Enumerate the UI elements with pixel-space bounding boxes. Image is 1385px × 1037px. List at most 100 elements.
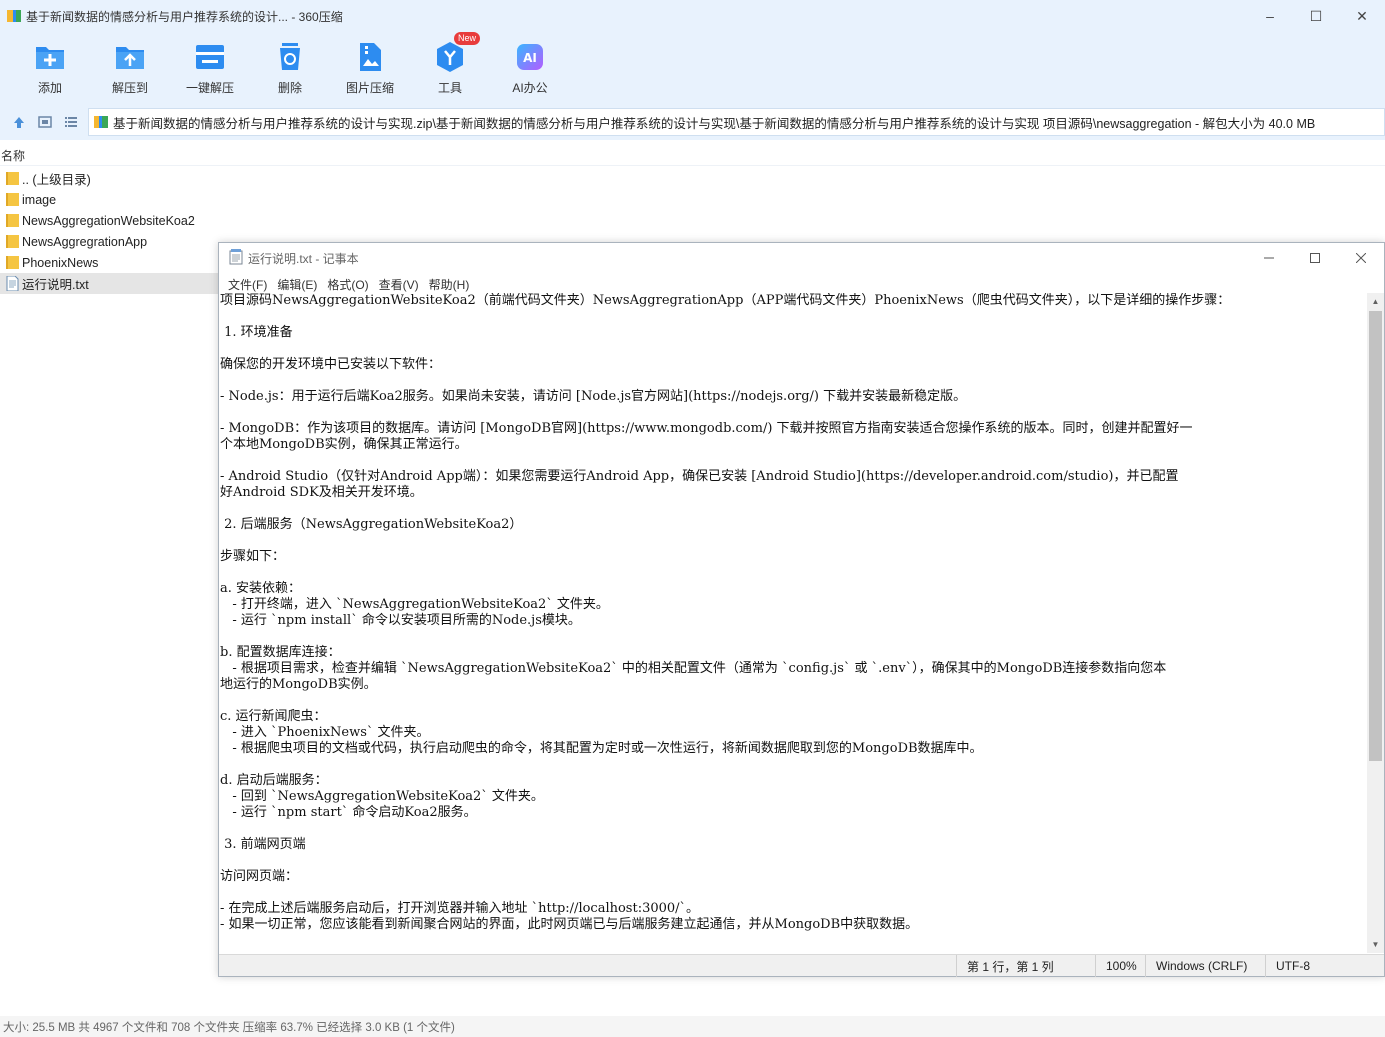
list-item-newsaggregationwebsitekoa2[interactable]: NewsAggregationWebsiteKoa2 xyxy=(0,210,218,231)
text-line xyxy=(220,885,1368,901)
folder-icon xyxy=(6,171,19,186)
svg-text:AI: AI xyxy=(523,51,537,65)
zip-status-text: 大小: 25.5 MB 共 4967 个文件和 708 个文件夹 压缩率 63.… xyxy=(3,1021,455,1034)
text-line xyxy=(220,309,1368,325)
folder-icon xyxy=(6,213,19,228)
one-click-extract-label: 一键解压 xyxy=(185,81,234,95)
minimize-button[interactable]: – xyxy=(1247,0,1293,32)
list-item-phoenixnews[interactable]: PhoenixNews xyxy=(0,252,218,273)
text-line: 步骤如下： xyxy=(220,549,286,564)
menu-file[interactable]: 文件(F) xyxy=(223,276,272,293)
text-line: a. 安装依赖： xyxy=(220,581,302,596)
text-line: - Android Studio（仅针对Android App端）：如果您需要运… xyxy=(220,469,1179,484)
up-level-button[interactable] xyxy=(6,109,32,135)
list-view-icon xyxy=(65,117,77,127)
zip-titlebar: 基于新闻数据的情感分析与用户推荐系统的设计... - 360压缩 – ☐ ✕ xyxy=(0,0,1385,32)
text-line: - 在完成上述后端服务启动后，打开浏览器并输入地址 `http://localh… xyxy=(220,901,700,916)
text-line: d. 启动后端服务： xyxy=(220,773,328,788)
text-line: - 进入 `PhoenixNews` 文件夹。 xyxy=(220,725,430,740)
notepad-titlebar: 运行说明.txt - 记事本 xyxy=(219,243,1384,273)
ai-office-label: AI办公 xyxy=(512,81,548,95)
notepad-maximize-button[interactable] xyxy=(1292,243,1338,273)
address-path: 基于新闻数据的情感分析与用户推荐系统的设计与实现.zip\基于新闻数据的情感分析… xyxy=(113,116,1316,131)
zip-status-bar: 大小: 25.5 MB 共 4967 个文件和 708 个文件夹 压缩率 63.… xyxy=(0,1016,1385,1037)
notepad-minimize-button[interactable] xyxy=(1246,243,1292,273)
text-line: - 打开终端，进入 `NewsAggregationWebsiteKoa2` 文… xyxy=(220,597,609,612)
scroll-up-arrow-icon[interactable]: ▲ xyxy=(1367,293,1384,310)
close-button[interactable]: ✕ xyxy=(1339,0,1385,32)
text-line: - 运行 `npm start` 命令启动Koa2服务。 xyxy=(220,805,477,820)
menu-format[interactable]: 格式(O) xyxy=(322,276,373,293)
vertical-scrollbar[interactable]: ▲ ▼ xyxy=(1367,293,1384,953)
tools-icon xyxy=(433,40,467,74)
zip-archive-icon xyxy=(93,115,109,129)
tools-label: 工具 xyxy=(437,81,462,95)
list-item-label: image xyxy=(22,192,57,207)
text-file-icon xyxy=(6,275,19,292)
text-line xyxy=(220,453,1368,469)
cursor-position: 第 1 行，第 1 列 xyxy=(956,955,1054,977)
delete-button[interactable]: 删除 xyxy=(250,36,330,98)
maximize-button[interactable]: ☐ xyxy=(1293,0,1339,32)
add-button[interactable]: 添加 xyxy=(10,36,90,98)
list-item-parent[interactable]: .. (上级目录) xyxy=(0,168,218,189)
column-header-name[interactable]: 名称 xyxy=(0,146,1385,166)
thumbnail-view-icon xyxy=(38,116,52,128)
text-line xyxy=(220,533,1368,549)
text-line: - 运行 `npm install` 命令以安装项目所需的Node.js模块。 xyxy=(220,613,581,628)
text-line xyxy=(220,373,1368,389)
list-item-label: 运行说明.txt xyxy=(22,278,89,292)
line-ending: Windows (CRLF) xyxy=(1145,955,1247,977)
folder-icon xyxy=(6,255,19,270)
text-line: - 根据项目需求，检查并编辑 `NewsAggregationWebsiteKo… xyxy=(220,661,1167,676)
text-line xyxy=(220,693,1368,709)
text-line: - 如果一切正常，您应该能看到新闻聚合网站的界面，此时网页端已与后端服务建立起通… xyxy=(220,917,919,932)
text-line: 1. 环境准备 xyxy=(220,325,293,340)
text-line: - 回到 `NewsAggregationWebsiteKoa2` 文件夹。 xyxy=(220,789,544,804)
notepad-close-button[interactable] xyxy=(1338,243,1384,273)
text-line xyxy=(220,501,1368,517)
list-view-button[interactable] xyxy=(58,109,84,135)
text-line xyxy=(220,853,1368,869)
zoom-level: 100% xyxy=(1095,955,1137,977)
folder-icon xyxy=(6,192,19,207)
list-item-label: NewsAggregationWebsiteKoa2 xyxy=(22,213,195,228)
scroll-down-arrow-icon[interactable]: ▼ xyxy=(1367,936,1384,953)
text-line: 确保您的开发环境中已安装以下软件： xyxy=(220,357,442,372)
text-line: 访问网页端： xyxy=(220,869,299,884)
menu-view[interactable]: 查看(V) xyxy=(374,276,424,293)
delete-icon xyxy=(273,40,307,74)
ai-office-button[interactable]: AI AI办公 xyxy=(490,36,570,98)
text-line: 个本地MongoDB实例，确保其正常运行。 xyxy=(220,437,468,452)
image-compress-button[interactable]: 图片压缩 xyxy=(330,36,410,98)
file-list: .. (上级目录) image NewsAggregationWebsiteKo… xyxy=(0,168,218,294)
menu-edit[interactable]: 编辑(E) xyxy=(272,276,322,293)
text-line: - MongoDB：作为该项目的数据库。请访问 [MongoDB官网](http… xyxy=(220,421,1193,436)
list-item-readme-txt[interactable]: 运行说明.txt xyxy=(0,273,218,294)
text-line: - Node.js：用于运行后端Koa2服务。如果尚未安装，请访问 [Node.… xyxy=(220,389,967,404)
one-click-extract-button[interactable]: 一键解压 xyxy=(170,36,250,98)
notepad-text-area[interactable]: 项目源码NewsAggregationWebsiteKoa2（前端代码文件夹）N… xyxy=(219,293,1368,953)
image-compress-icon xyxy=(353,40,387,74)
maximize-icon xyxy=(1310,253,1320,263)
folder-icon xyxy=(6,234,19,249)
scrollbar-thumb[interactable] xyxy=(1369,311,1382,761)
address-bar[interactable]: 基于新闻数据的情感分析与用户推荐系统的设计与实现.zip\基于新闻数据的情感分析… xyxy=(88,108,1385,136)
text-line xyxy=(220,341,1368,357)
text-line xyxy=(220,821,1368,837)
new-badge: New xyxy=(454,32,481,45)
text-line xyxy=(220,629,1368,645)
extract-to-button[interactable]: 解压到 xyxy=(90,36,170,98)
add-label: 添加 xyxy=(37,81,62,95)
list-item-newsaggregrationapp[interactable]: NewsAggregrationApp xyxy=(0,231,218,252)
thumbnail-view-button[interactable] xyxy=(32,109,58,135)
text-line xyxy=(220,405,1368,421)
text-line: 好Android SDK及相关开发环境。 xyxy=(220,485,423,500)
delete-label: 删除 xyxy=(277,81,302,95)
tools-button[interactable]: New 工具 xyxy=(410,32,490,98)
add-icon xyxy=(33,40,67,74)
notepad-icon xyxy=(229,248,243,268)
notepad-window-controls xyxy=(1246,243,1384,273)
menu-help[interactable]: 帮助(H) xyxy=(424,276,475,293)
list-item-image[interactable]: image xyxy=(0,189,218,210)
